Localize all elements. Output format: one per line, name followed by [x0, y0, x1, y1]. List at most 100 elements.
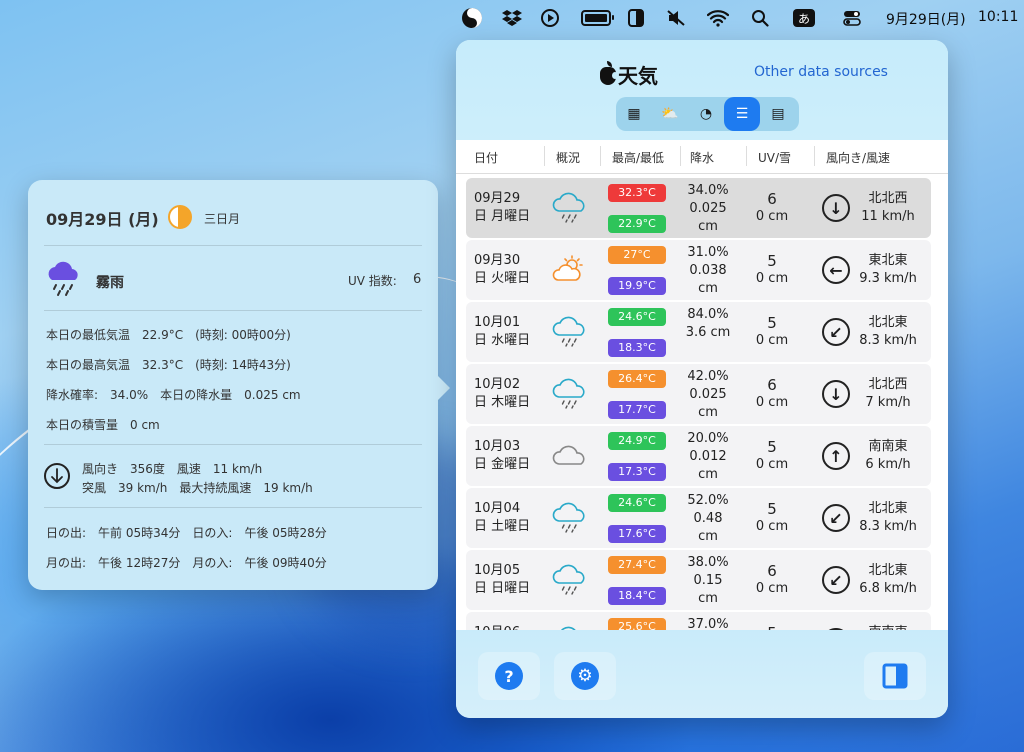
wind-direction-icon: ↙ [822, 504, 850, 532]
panel-footer: ? ⚙ [456, 630, 948, 718]
rain-weather-icon [552, 192, 588, 224]
menubar-date[interactable]: 9月29日(月) [886, 9, 966, 29]
column-header[interactable]: 概況 [556, 149, 580, 166]
row-date: 09月30 日 火曜日 [474, 253, 531, 286]
menu-bar: あ 9月29日(月) 10:11 [0, 0, 1024, 36]
low-temp-badge: 22.9°C [608, 215, 666, 233]
wind-direction-icon [44, 463, 70, 489]
detail-moonrise-moonset: 月の出: 午後 12時27分 月の入: 午後 09時40分 [46, 556, 327, 570]
clock-view-icon[interactable]: ◔ [688, 97, 724, 131]
row-uv-snow: 60 cm [755, 190, 789, 224]
search-icon[interactable] [748, 6, 772, 30]
column-separator [680, 146, 681, 166]
moon-phase-icon [168, 205, 192, 229]
app-title: 天気 [600, 60, 658, 89]
table-header: 日付 概況 最高/最低 降水 UV/雪 風向き/風速 [456, 140, 948, 174]
table-row[interactable]: 09月29 日 月曜日 32.3°C 22.9°C 34.0% 0.025 cm 6 0 cm ↓… [466, 178, 931, 238]
menubar-time[interactable]: 10:11 [978, 9, 1018, 25]
popover-arrow [438, 376, 450, 400]
table-row[interactable]: 10月0625.6°C37.0%5↑南南東 [466, 612, 931, 630]
dropbox-icon[interactable] [500, 6, 524, 30]
gear-icon: ⚙ [571, 662, 599, 690]
column-separator [544, 146, 545, 166]
row-precipitation: 37.0% [687, 617, 729, 630]
mute-icon[interactable] [664, 6, 688, 30]
row-wind: 東北東 9.3 km/h [859, 253, 917, 286]
high-temp-badge: 32.3°C [608, 184, 666, 202]
table-row[interactable]: 10月05 日 日曜日 27.4°C 18.4°C 38.0% 0.15 cm 6 0 cm ↙ 北… [466, 550, 931, 610]
table-row[interactable]: 10月04 日 土曜日 24.6°C 17.6°C 52.0% 0.48 cm 5 0 cm ↙ 北… [466, 488, 931, 548]
row-precipitation: 20.0% 0.012 cm [687, 431, 729, 482]
column-header[interactable]: 風向き/風速 [826, 149, 890, 166]
view-switcher: ▦ ⛅ ◔ ☰ ▤ [616, 97, 799, 131]
column-header[interactable]: UV/雪 [758, 149, 791, 166]
row-uv-snow: 50 cm [755, 500, 789, 534]
sidebar-toggle-button[interactable] [864, 652, 926, 700]
help-button[interactable]: ? [478, 652, 540, 700]
panel-header: 天気 Other data sources ▦ ⛅ ◔ ☰ ▤ [456, 40, 948, 140]
row-date: 10月03 日 金曜日 [474, 439, 531, 472]
list-view-icon[interactable]: ☰ [724, 97, 760, 131]
calendar-view-icon[interactable]: ▦ [616, 97, 652, 131]
detail-uv-label: UV 指数: [348, 274, 397, 288]
battery-icon[interactable] [580, 6, 614, 30]
row-precipitation: 52.0% 0.48 cm [687, 493, 729, 544]
column-separator [600, 146, 601, 166]
apple-logo-icon [600, 61, 618, 85]
control-center-icon[interactable] [840, 6, 864, 30]
high-temp-badge: 27.4°C [608, 556, 666, 574]
divider [44, 310, 422, 311]
low-temp-badge: 17.6°C [608, 525, 666, 543]
low-temp-badge: 17.3°C [608, 463, 666, 481]
row-wind: 北北西 11 km/h [861, 191, 915, 224]
high-temp-badge: 25.6°C [608, 618, 666, 630]
row-wind: 北北東 6.8 km/h [859, 563, 917, 596]
cloud-weather-icon [552, 440, 588, 472]
contrast-icon[interactable] [624, 6, 648, 30]
forecast-table: 日付 概況 最高/最低 降水 UV/雪 風向き/風速 09月29 日 月曜日 32.3°C 22… [456, 140, 948, 630]
row-uv-snow: 60 cm [755, 376, 789, 410]
detail-snow: 本日の積雪量 0 cm [46, 418, 160, 432]
divider [44, 444, 422, 445]
row-date: 10月05 日 日曜日 [474, 563, 531, 596]
rain-weather-icon [552, 316, 588, 348]
wind-direction-icon: ↓ [822, 194, 850, 222]
table-row[interactable]: 10月03 日 金曜日 24.9°C 17.3°C 20.0% 0.012 cm 5 0 cm ↑… [466, 426, 931, 486]
row-uv-snow: 50 cm [755, 252, 789, 286]
table-row[interactable]: 10月02 日 木曜日 26.4°C 17.7°C 42.0% 0.025 cm 6 0 cm ↓… [466, 364, 931, 424]
low-temp-badge: 18.3°C [608, 339, 666, 357]
high-temp-badge: 24.9°C [608, 432, 666, 450]
news-view-icon[interactable]: ▤ [760, 97, 796, 131]
column-header[interactable]: 日付 [474, 149, 498, 166]
wifi-icon[interactable] [706, 6, 730, 30]
rain-weather-icon [552, 564, 588, 596]
wind-direction-icon: ↓ [822, 380, 850, 408]
play-icon[interactable] [538, 6, 562, 30]
detail-condition: 霧雨 [96, 275, 124, 291]
row-precipitation: 34.0% 0.025 cm [687, 183, 729, 234]
sun-cloud-view-icon[interactable]: ⛅ [652, 97, 688, 131]
detail-high-temp: 本日の最高気温 32.3°C (時刻: 14時43分) [46, 358, 291, 372]
divider [44, 245, 422, 246]
row-precipitation: 84.0% 3.6 cm [685, 307, 731, 340]
table-row[interactable]: 10月01 日 水曜日 24.6°C 18.3°C 84.0% 3.6 cm 5 0 cm ↙ 北… [466, 302, 931, 362]
settings-button[interactable]: ⚙ [554, 652, 616, 700]
column-separator [746, 146, 747, 166]
column-header[interactable]: 降水 [690, 149, 714, 166]
input-method-icon[interactable]: あ [792, 6, 816, 30]
wind-direction-icon: ↙ [822, 318, 850, 346]
detail-gust: 突風 39 km/h 最大持続風速 19 km/h [82, 481, 313, 495]
detail-date: 09月29日 (月) [46, 210, 159, 229]
other-data-sources-link[interactable]: Other data sources [754, 64, 888, 80]
row-uv-snow: 60 cm [755, 562, 789, 596]
wind-direction-icon: ↑ [822, 442, 850, 470]
rain-weather-icon [552, 378, 588, 410]
row-wind: 北北西 7 km/h [865, 377, 911, 410]
column-header[interactable]: 最高/最低 [612, 149, 664, 166]
sidebar-icon [882, 663, 908, 689]
day-detail-popover: 09月29日 (月) 三日月 霧雨 UV 指数: 6 本日の最低気温 22.9°… [28, 180, 450, 590]
yin-yang-icon[interactable] [460, 6, 484, 30]
high-temp-badge: 24.6°C [608, 308, 666, 326]
detail-low-temp: 本日の最低気温 22.9°C (時刻: 00時00分) [46, 328, 291, 342]
table-row[interactable]: 09月30 日 火曜日 27°C 19.9°C 31.0% 0.038 cm 5 0 cm ← 東北… [466, 240, 931, 300]
